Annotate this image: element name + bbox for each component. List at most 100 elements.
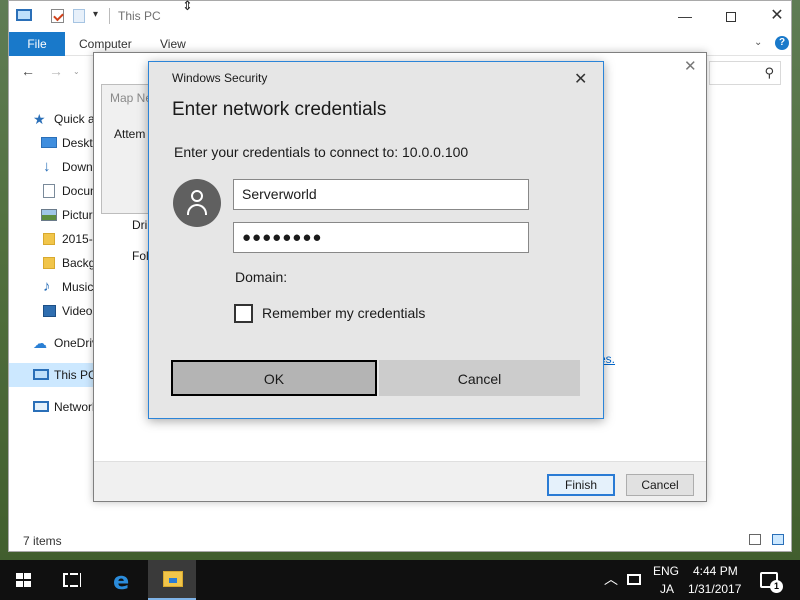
windows-security-dialog: Windows Security ✕ Enter network credent… (148, 61, 604, 419)
domain-label: Domain: (235, 269, 288, 285)
this-pc-icon[interactable] (16, 9, 32, 21)
sidebar-item-backgrounds[interactable]: Backgrounds (9, 251, 95, 275)
sidebar-item-quick-access[interactable]: ★ Quick access (9, 107, 95, 131)
navigation-pane: ★ Quick access Desktop ↓ Downloads Docum… (9, 101, 95, 521)
sidebar-item-label: 2015-0 (62, 232, 95, 246)
show-hidden-icons-icon[interactable]: ︿ (604, 569, 618, 589)
sidebar-item-music[interactable]: ♪ Music (9, 275, 95, 299)
network-status-icon[interactable] (627, 574, 641, 585)
large-icons-view-icon[interactable] (772, 534, 784, 545)
status-item-count: 7 items (23, 534, 62, 548)
sidebar-item-this-pc[interactable]: This PC (9, 363, 95, 387)
new-folder-icon[interactable] (73, 9, 85, 23)
folder-icon (43, 233, 55, 245)
computer-icon (33, 369, 49, 380)
sidebar-item-label: Network (54, 400, 95, 414)
forward-arrow-icon[interactable]: → (49, 63, 63, 79)
maximize-button[interactable] (708, 4, 754, 28)
minimize-button[interactable]: — (662, 4, 708, 28)
title-separator (109, 8, 110, 24)
dialog-title: Windows Security (172, 71, 268, 85)
network-icon (33, 401, 49, 412)
sidebar-item-label: OneDrive (54, 336, 95, 350)
sidebar-item-label: Quick access (54, 112, 95, 126)
properties-icon[interactable] (51, 9, 64, 23)
window-title: This PC (118, 9, 161, 23)
sidebar-item-pictures[interactable]: Pictures (9, 203, 95, 227)
video-icon (43, 305, 56, 317)
details-view-icon[interactable] (749, 534, 761, 545)
search-input[interactable]: ⚲ (709, 61, 781, 85)
help-icon[interactable]: ? (775, 36, 789, 50)
user-avatar-icon (173, 179, 221, 227)
picture-icon (41, 209, 57, 221)
tab-file[interactable]: File (9, 32, 65, 56)
ok-button[interactable]: OK (171, 360, 377, 396)
sidebar-item-label: Videos (62, 304, 95, 318)
input-method[interactable]: JA (660, 582, 674, 596)
sidebar-item-onedrive[interactable]: ☁ OneDrive (9, 331, 95, 355)
folder-icon (43, 257, 55, 269)
star-icon: ★ (33, 111, 46, 127)
sidebar-item-desktop[interactable]: Desktop (9, 131, 95, 155)
sidebar-item-label: Pictures (62, 208, 95, 222)
taskbar: e ︿ ENG JA 4:44 PM 1/31/2017 1 (0, 560, 800, 600)
finish-button[interactable]: Finish (547, 474, 615, 496)
sidebar-item-label: Music (62, 280, 94, 294)
cloud-icon: ☁ (33, 335, 47, 351)
avatar-head (191, 190, 203, 202)
dialog-heading: Enter network credentials (172, 99, 387, 120)
remember-credentials-label[interactable]: Remember my credentials (262, 305, 425, 321)
sidebar-item-label: Documents (62, 184, 95, 198)
drive-label: Dri (132, 218, 148, 232)
folder-label: Fol (132, 249, 149, 263)
back-arrow-icon[interactable]: ← (21, 63, 35, 79)
maximize-icon (726, 12, 736, 23)
username-field[interactable]: Serverworld (233, 179, 529, 210)
sidebar-item-documents[interactable]: Documents (9, 179, 95, 203)
sidebar-item-2015-folder[interactable]: 2015-0 (9, 227, 95, 251)
cancel-button[interactable]: Cancel (379, 360, 580, 396)
windows-logo-icon (16, 573, 32, 587)
sidebar-item-downloads[interactable]: ↓ Downloads (9, 155, 95, 179)
connect-prompt: Enter your credentials to connect to: 10… (174, 144, 469, 160)
document-icon (43, 184, 55, 198)
sidebar-item-label: This PC (54, 368, 95, 382)
recent-locations-icon[interactable]: ⌄ (73, 67, 80, 76)
task-view-button[interactable] (48, 560, 96, 600)
quick-access-dropdown-icon[interactable]: ▾ (93, 9, 98, 20)
sidebar-item-label: Desktop (62, 136, 95, 150)
action-center-icon[interactable]: 1 (760, 572, 783, 593)
file-explorer-taskbar-button[interactable] (148, 560, 196, 600)
edge-browser-icon: e (113, 567, 130, 595)
close-icon[interactable]: ✕ (684, 57, 697, 75)
sidebar-item-label: Backgrounds (62, 256, 95, 270)
download-icon: ↓ (43, 158, 51, 175)
clock-time[interactable]: 4:44 PM (693, 564, 738, 578)
sidebar-item-videos[interactable]: Videos (9, 299, 95, 323)
sidebar-item-label: Downloads (62, 160, 95, 174)
sidebar-item-network[interactable]: Network (9, 395, 95, 419)
clock-date[interactable]: 1/31/2017 (688, 582, 741, 596)
dialog-message: Attem (114, 127, 146, 141)
edge-taskbar-button[interactable]: e (100, 560, 148, 600)
title-bar: ▾ This PC ⇕ — ✕ (9, 0, 791, 32)
password-field[interactable]: ●●●●●●●● (233, 222, 529, 253)
search-icon: ⚲ (764, 65, 774, 80)
close-icon[interactable]: ✕ (574, 69, 587, 89)
close-button[interactable]: ✕ (754, 4, 800, 28)
dialog-title: Map Ne (110, 91, 153, 105)
notification-count-badge: 1 (770, 580, 783, 593)
desktop-icon (41, 137, 57, 148)
expand-ribbon-icon[interactable]: ⌄ (754, 37, 762, 48)
wizard-footer: Finish Cancel (94, 461, 706, 501)
avatar-body (187, 204, 207, 215)
mouse-cursor-icon: ⇕ (182, 0, 193, 13)
cancel-button[interactable]: Cancel (626, 474, 694, 496)
remember-credentials-checkbox[interactable] (234, 304, 253, 323)
task-view-icon (63, 573, 81, 587)
start-button[interactable] (0, 560, 48, 600)
file-explorer-icon (163, 571, 183, 587)
input-language[interactable]: ENG (653, 564, 679, 578)
music-icon: ♪ (43, 278, 51, 295)
